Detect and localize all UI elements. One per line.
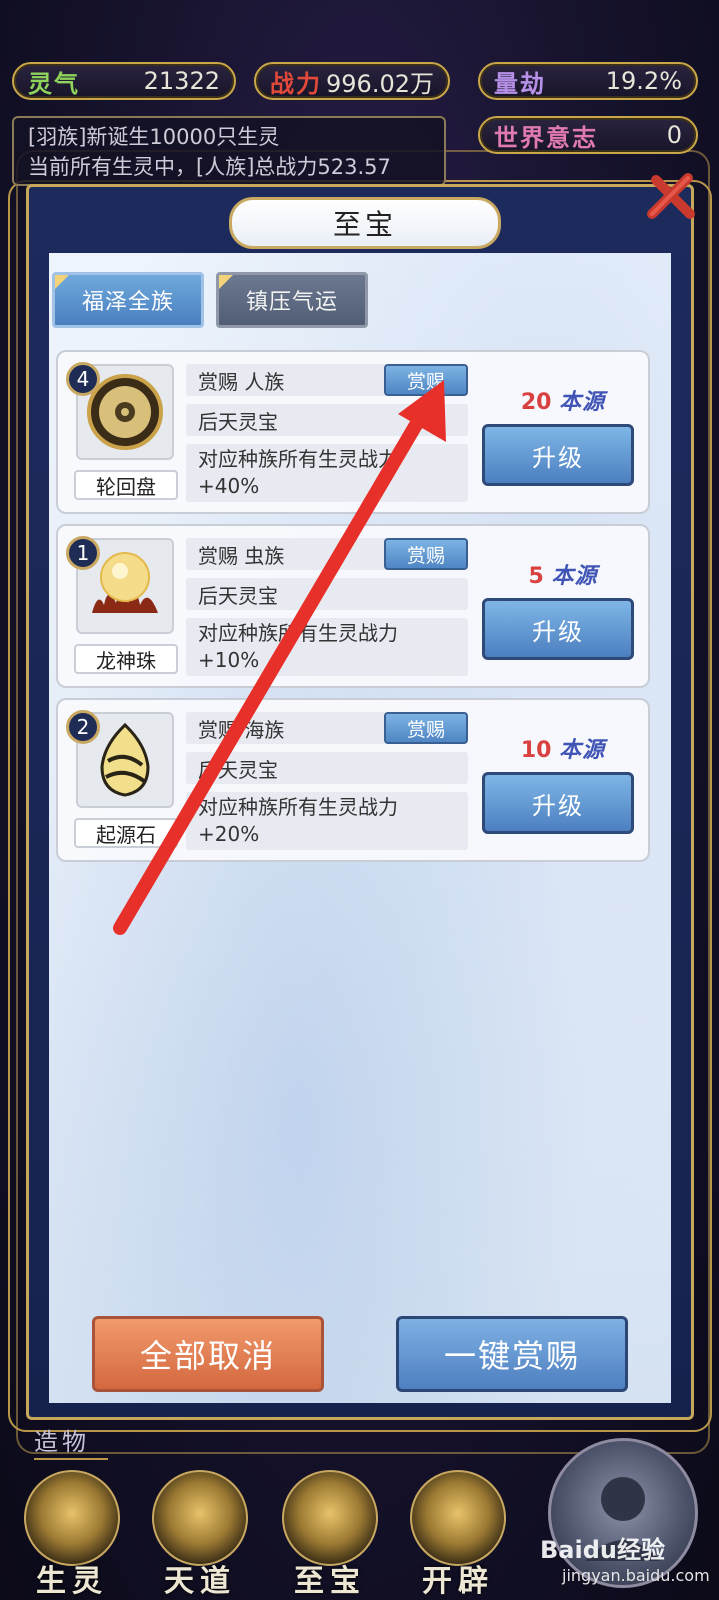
nav-tiandao-label: 天道 xyxy=(164,1564,236,1599)
shengling-emblem-icon xyxy=(24,1470,120,1566)
zaowu-label[interactable]: 造物 xyxy=(34,1422,108,1460)
nav-tiandao[interactable]: 天道 xyxy=(142,1470,258,1600)
nav-shengling[interactable]: 生灵 xyxy=(14,1470,130,1600)
nav-kaipi[interactable]: 开辟 xyxy=(400,1470,516,1600)
tiandao-emblem-icon xyxy=(152,1470,248,1566)
baidu-watermark-url: jingyan.baidu.com xyxy=(562,1566,710,1585)
annotation-arrow xyxy=(113,380,446,935)
baidu-watermark: Baidu经验 xyxy=(540,1536,665,1564)
kaipi-emblem-icon xyxy=(410,1470,506,1566)
nav-kaipi-label: 开辟 xyxy=(422,1564,494,1599)
nav-shengling-label: 生灵 xyxy=(36,1564,108,1599)
zhibao-emblem-icon xyxy=(282,1470,378,1566)
nav-zhibao-label: 至宝 xyxy=(294,1564,366,1599)
nav-zhibao[interactable]: 至宝 xyxy=(272,1470,388,1600)
